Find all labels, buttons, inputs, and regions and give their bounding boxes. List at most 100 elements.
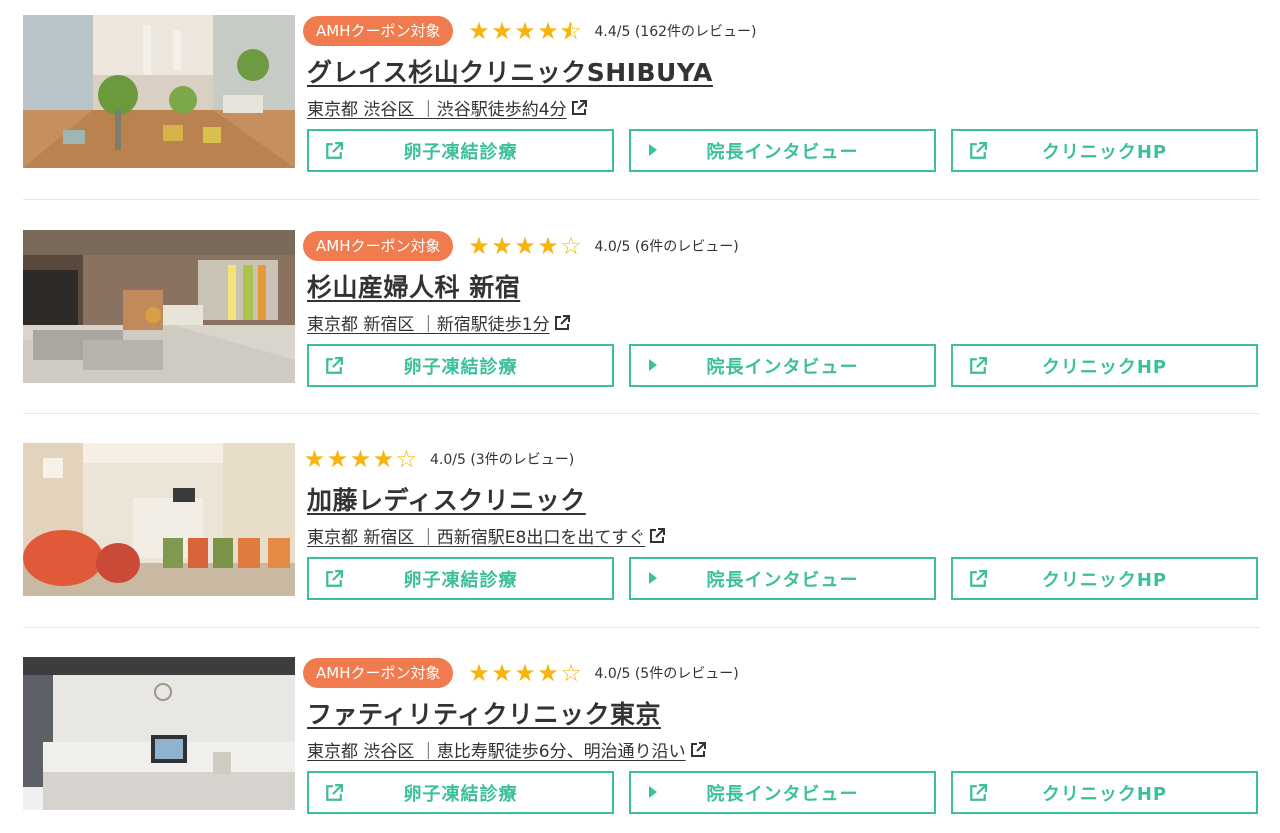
- star-icon: ★: [514, 17, 536, 45]
- meta-row: AMHクーポン対象 ★ ★ ★ ★ ☆ ★ 4.4/5 (162件のレビュー): [303, 15, 756, 47]
- clinic-name-link[interactable]: グレイス杉山クリニックSHIBUYA: [307, 53, 713, 89]
- star-rating: ★ ★ ★ ★ ☆: [303, 444, 418, 474]
- star-icon: ★: [537, 17, 559, 45]
- address-link[interactable]: 東京都 渋谷区 ｜渋谷駅徒歩約4分: [307, 95, 587, 120]
- director-interview-button[interactable]: 院長インタビュー: [629, 771, 936, 814]
- half-star-icon: ☆ ★: [559, 17, 582, 45]
- clinic-card: AMHクーポン対象 ★ ★ ★ ★ ☆ 4.0/5 (5件のレビュー) ファティ…: [23, 657, 1260, 825]
- external-link-icon: [970, 784, 987, 801]
- address-text: 東京都 渋谷区 ｜恵比寿駅徒歩6分、明治通り沿い: [307, 742, 686, 762]
- rating-text: 4.0/5 (6件のレビュー): [594, 239, 739, 255]
- director-interview-button[interactable]: 院長インタビュー: [629, 344, 936, 387]
- external-link-icon: [970, 142, 987, 159]
- divider: [23, 199, 1260, 200]
- empty-star-icon: ☆: [560, 659, 582, 687]
- egg-freezing-button[interactable]: 卵子凍結診療: [307, 557, 614, 600]
- button-label: クリニックHP: [1041, 356, 1168, 378]
- external-link-icon: [326, 784, 343, 801]
- egg-freezing-button[interactable]: 卵子凍結診療: [307, 129, 614, 172]
- button-label: 院長インタビュー: [706, 356, 859, 378]
- clinic-name-link[interactable]: 杉山産婦人科 新宿: [307, 268, 520, 304]
- external-link-icon: [650, 527, 666, 543]
- clinic-name-link[interactable]: 加藤レディスクリニック: [307, 481, 586, 517]
- external-link-icon: [554, 314, 570, 330]
- button-label: 院長インタビュー: [706, 141, 859, 163]
- star-rating: ★ ★ ★ ★ ☆: [467, 231, 582, 261]
- action-buttons: 卵子凍結診療 院長インタビュー クリニックHP: [307, 344, 1258, 387]
- star-icon: ★: [491, 659, 513, 687]
- address-link[interactable]: 東京都 渋谷区 ｜恵比寿駅徒歩6分、明治通り沿い: [307, 737, 706, 762]
- director-interview-button[interactable]: 院長インタビュー: [629, 557, 936, 600]
- external-link-icon: [326, 357, 343, 374]
- divider: [23, 413, 1260, 414]
- address-link[interactable]: 東京都 新宿区 ｜西新宿駅E8出口を出てすぐ: [307, 523, 666, 548]
- rating-text: 4.4/5 (162件のレビュー): [594, 24, 757, 40]
- star-icon: ★: [326, 445, 349, 473]
- play-icon: [649, 359, 657, 371]
- play-icon: [649, 786, 657, 798]
- empty-star-icon: ☆: [560, 232, 582, 260]
- external-link-icon: [970, 357, 987, 374]
- star-rating: ★ ★ ★ ★ ☆: [467, 658, 582, 688]
- amh-coupon-badge: AMHクーポン対象: [303, 231, 454, 261]
- egg-freezing-button[interactable]: 卵子凍結診療: [307, 771, 614, 814]
- clinic-name-link[interactable]: ファティリティクリニック東京: [307, 695, 661, 731]
- amh-coupon-badge: AMHクーポン対象: [303, 16, 454, 46]
- star-icon: ★: [468, 17, 490, 45]
- clinic-photo[interactable]: [23, 230, 295, 383]
- external-link-icon: [690, 741, 706, 757]
- egg-freezing-button[interactable]: 卵子凍結診療: [307, 344, 614, 387]
- meta-row: AMHクーポン対象 ★ ★ ★ ★ ☆ 4.0/5 (6件のレビュー): [303, 230, 739, 262]
- rating-text: 4.0/5 (5件のレビュー): [594, 666, 739, 682]
- button-label: 卵子凍結診療: [403, 783, 518, 805]
- clinic-card: AMHクーポン対象 ★ ★ ★ ★ ☆ 4.0/5 (6件のレビュー) 杉山産婦…: [23, 230, 1260, 398]
- star-icon: ★: [349, 445, 372, 473]
- amh-coupon-badge: AMHクーポン対象: [303, 658, 454, 688]
- play-icon: [649, 144, 657, 156]
- star-icon: ★: [537, 232, 559, 260]
- empty-star-icon: ☆: [395, 445, 418, 473]
- star-icon: ★: [372, 445, 395, 473]
- rating-text: 4.0/5 (3件のレビュー): [430, 452, 575, 468]
- clinic-card: AMHクーポン対象 ★ ★ ★ ★ ☆ ★ 4.4/5 (162件のレビュー) グ…: [23, 15, 1260, 183]
- star-icon: ★: [491, 17, 513, 45]
- divider: [23, 627, 1260, 628]
- button-label: 卵子凍結診療: [403, 569, 518, 591]
- director-interview-button[interactable]: 院長インタビュー: [629, 129, 936, 172]
- address-link[interactable]: 東京都 新宿区 ｜新宿駅徒歩1分: [307, 310, 570, 335]
- button-label: 卵子凍結診療: [403, 141, 518, 163]
- star-icon: ★: [491, 232, 513, 260]
- star-icon: ★: [468, 232, 490, 260]
- button-label: 院長インタビュー: [706, 569, 859, 591]
- address-text: 東京都 新宿区 ｜新宿駅徒歩1分: [307, 315, 550, 335]
- star-rating: ★ ★ ★ ★ ☆ ★: [467, 16, 582, 46]
- external-link-icon: [326, 142, 343, 159]
- button-label: クリニックHP: [1041, 783, 1168, 805]
- action-buttons: 卵子凍結診療 院長インタビュー クリニックHP: [307, 129, 1258, 172]
- clinic-photo[interactable]: [23, 657, 295, 810]
- star-icon: ★: [468, 659, 490, 687]
- clinic-photo[interactable]: [23, 443, 295, 596]
- action-buttons: 卵子凍結診療 院長インタビュー クリニックHP: [307, 557, 1258, 600]
- external-link-icon: [571, 99, 587, 115]
- external-link-icon: [970, 570, 987, 587]
- meta-row: ★ ★ ★ ★ ☆ 4.0/5 (3件のレビュー): [303, 443, 574, 475]
- clinic-hp-button[interactable]: クリニックHP: [951, 557, 1258, 600]
- clinic-hp-button[interactable]: クリニックHP: [951, 129, 1258, 172]
- star-icon: ★: [537, 659, 559, 687]
- button-label: 院長インタビュー: [706, 783, 859, 805]
- clinic-photo[interactable]: [23, 15, 295, 168]
- address-text: 東京都 渋谷区 ｜渋谷駅徒歩約4分: [307, 100, 567, 120]
- clinic-hp-button[interactable]: クリニックHP: [951, 344, 1258, 387]
- clinic-hp-button[interactable]: クリニックHP: [951, 771, 1258, 814]
- clinic-card: ★ ★ ★ ★ ☆ 4.0/5 (3件のレビュー) 加藤レディスクリニック 東京…: [23, 443, 1260, 611]
- meta-row: AMHクーポン対象 ★ ★ ★ ★ ☆ 4.0/5 (5件のレビュー): [303, 657, 739, 689]
- star-icon: ★: [514, 659, 536, 687]
- action-buttons: 卵子凍結診療 院長インタビュー クリニックHP: [307, 771, 1258, 814]
- button-label: 卵子凍結診療: [403, 356, 518, 378]
- external-link-icon: [326, 570, 343, 587]
- address-text: 東京都 新宿区 ｜西新宿駅E8出口を出てすぐ: [307, 528, 646, 548]
- button-label: クリニックHP: [1041, 141, 1168, 163]
- star-icon: ★: [303, 445, 326, 473]
- star-icon: ★: [514, 232, 536, 260]
